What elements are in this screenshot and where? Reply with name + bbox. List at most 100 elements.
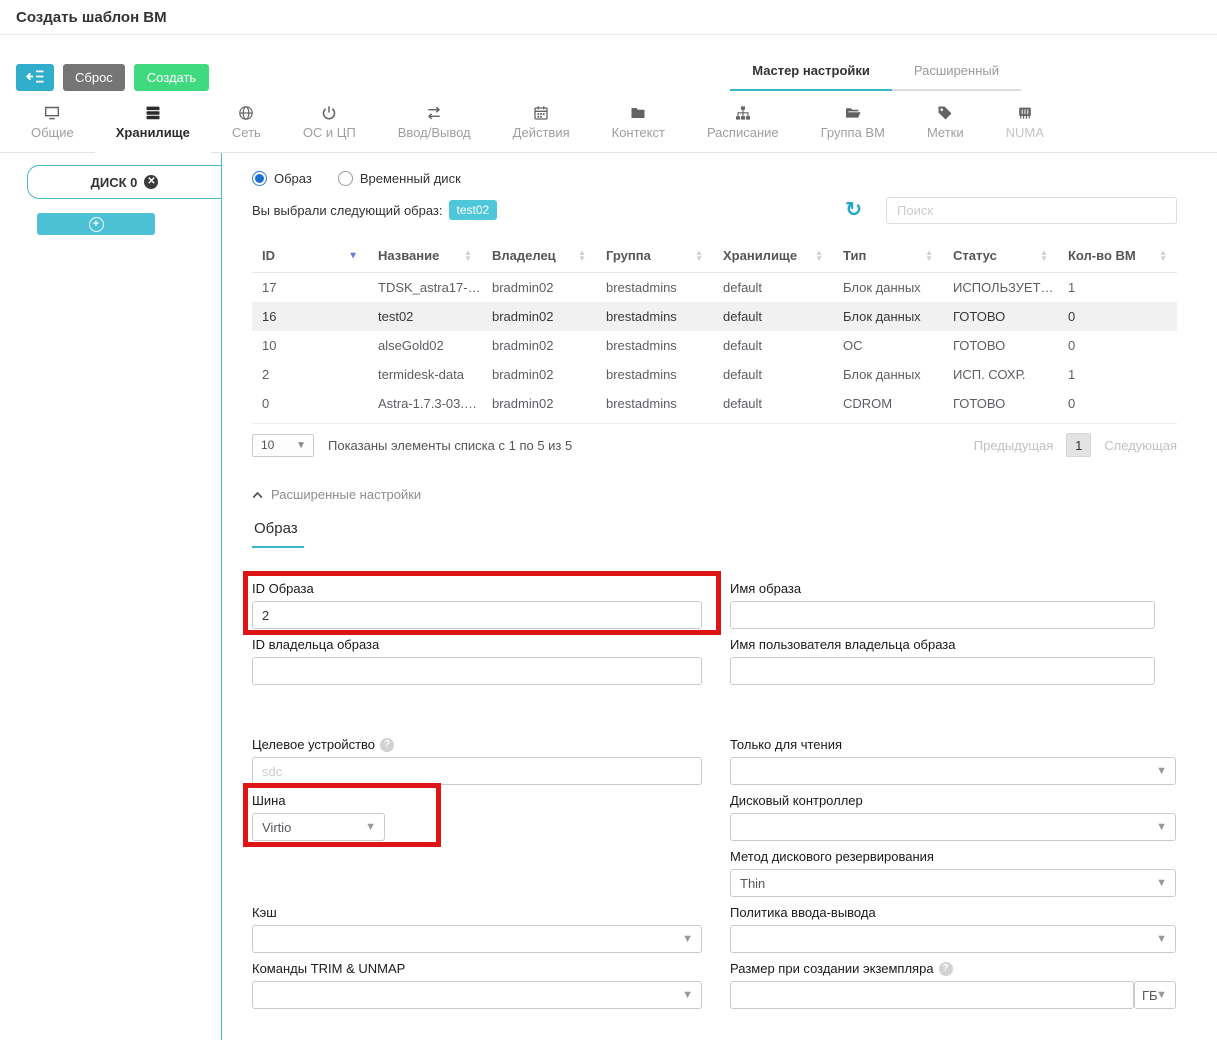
disks-sidebar: ДИСК 0 ✕ +: [0, 153, 222, 1040]
sort-icon: ▲▼: [578, 250, 586, 262]
tab-general[interactable]: Общие: [10, 105, 95, 152]
tab-network[interactable]: Сеть: [211, 105, 282, 152]
chevron-down-icon: ▼: [682, 989, 693, 1001]
sort-icon: ▲▼: [925, 250, 933, 262]
image-name-input[interactable]: [730, 601, 1155, 629]
column-header-name[interactable]: Название▲▼: [368, 240, 482, 273]
reservation-method-select[interactable]: Thin▼: [730, 869, 1176, 897]
tab-vm-group[interactable]: Группа ВМ: [800, 105, 906, 152]
help-icon[interactable]: ?: [380, 738, 394, 752]
globe-icon: [238, 105, 254, 121]
chevron-down-icon: ▼: [1156, 989, 1167, 1001]
disk-controller-select[interactable]: ▼: [730, 813, 1176, 841]
column-header-vm-count[interactable]: Кол-во ВМ▲▼: [1058, 240, 1177, 273]
prev-page-button[interactable]: Предыдущая: [974, 438, 1054, 453]
table-row[interactable]: 10alseGold02bradmin02brestadminsdefaultО…: [252, 331, 1177, 360]
field-readonly: Только для чтения ▼: [730, 737, 1176, 785]
back-to-list-button[interactable]: [16, 64, 54, 91]
table-row[interactable]: 2termidesk-databradmin02brestadminsdefau…: [252, 360, 1177, 389]
tab-image-advanced[interactable]: Образ: [252, 520, 304, 548]
field-owner-username: Имя пользователя владельца образа: [730, 637, 1155, 685]
io-policy-select[interactable]: ▼: [730, 925, 1176, 953]
close-icon[interactable]: ✕: [144, 175, 158, 189]
toolbar: Сброс Создать Мастер настройки Расширенн…: [16, 57, 1217, 91]
sort-icon: ▲▼: [695, 250, 703, 262]
search-input[interactable]: [886, 197, 1177, 224]
radio-volatile-disk[interactable]: Временный диск: [338, 171, 461, 186]
field-instance-size: Размер при создании экземпляра? ГБ▼: [730, 961, 1176, 1009]
table-summary: Показаны элементы списка с 1 по 5 из 5: [328, 438, 572, 453]
radio-image[interactable]: Образ: [252, 171, 312, 186]
help-icon[interactable]: ?: [939, 962, 953, 976]
refresh-icon[interactable]: ↻: [845, 200, 862, 220]
page-title: Создать шаблон ВМ: [0, 0, 1217, 35]
selection-row: Вы выбрали следующий образ: test02 ↻: [252, 196, 1177, 224]
chevron-up-icon: [252, 487, 263, 502]
chevron-down-icon: ▼: [365, 821, 376, 833]
tab-context[interactable]: Контекст: [591, 105, 686, 152]
folder-icon: [630, 105, 646, 121]
column-header-group[interactable]: Группа▲▼: [596, 240, 713, 273]
page-size-select[interactable]: 10 ▼: [252, 434, 314, 457]
tab-wizard[interactable]: Мастер настройки: [730, 57, 892, 91]
images-table: ID▼ Название▲▼ Владелец▲▼ Группа▲▼ Храни…: [252, 240, 1177, 418]
column-header-datastore[interactable]: Хранилище▲▼: [713, 240, 833, 273]
tab-advanced-mode[interactable]: Расширенный: [892, 57, 1021, 91]
table-row-selected[interactable]: 16test02bradmin02brestadminsdefaultБлок …: [252, 302, 1177, 331]
folder-open-icon: [845, 105, 861, 121]
column-header-type[interactable]: Тип▲▼: [833, 240, 943, 273]
advanced-settings-toggle[interactable]: Расширенные настройки: [252, 487, 1177, 502]
chevron-down-icon: ▼: [1156, 933, 1167, 945]
radio-selected-icon[interactable]: [252, 171, 267, 186]
owner-id-input[interactable]: [252, 657, 702, 685]
table-row[interactable]: 0Astra-1.7.3-03.11...bradmin02brestadmin…: [252, 389, 1177, 418]
next-page-button[interactable]: Следующая: [1104, 438, 1177, 453]
table-footer: 10 ▼ Показаны элементы списка с 1 по 5 и…: [252, 423, 1177, 457]
selected-image-badge: test02: [449, 200, 498, 220]
selection-text: Вы выбрали следующий образ:: [252, 203, 443, 218]
readonly-select[interactable]: ▼: [730, 757, 1176, 785]
tag-icon: [937, 105, 953, 121]
pagination: Предыдущая 1 Следующая: [974, 433, 1177, 457]
sort-icon: ▲▼: [1040, 250, 1048, 262]
column-header-status[interactable]: Статус▲▼: [943, 240, 1058, 273]
column-header-owner[interactable]: Владелец▲▼: [482, 240, 596, 273]
image-id-input[interactable]: [252, 601, 702, 629]
add-disk-button[interactable]: +: [37, 213, 155, 235]
field-disk-controller: Дисковый контроллер ▼: [730, 793, 1176, 841]
table-row[interactable]: 17TDSK_astra17-1_...bradmin02brestadmins…: [252, 273, 1177, 303]
arrow-left-list-icon: [26, 69, 45, 87]
tab-schedule[interactable]: Расписание: [686, 105, 800, 152]
image-source-options: Образ Временный диск: [252, 171, 1177, 186]
radio-unselected-icon[interactable]: [338, 171, 353, 186]
tab-storage[interactable]: Хранилище: [95, 105, 211, 152]
chevron-down-icon: ▼: [1156, 765, 1167, 777]
size-unit-select[interactable]: ГБ▼: [1134, 981, 1176, 1009]
field-bus: Шина Virtio▼: [252, 793, 385, 841]
power-icon: [321, 105, 337, 121]
io-arrows-icon: [426, 105, 442, 121]
create-button[interactable]: Создать: [134, 64, 209, 91]
target-device-input[interactable]: [252, 757, 702, 785]
tab-numa[interactable]: NUMA: [985, 105, 1065, 152]
column-header-id[interactable]: ID▼: [252, 240, 368, 273]
field-owner-id: ID владельца образа: [252, 637, 702, 685]
tab-os-cpu[interactable]: ОС и ЦП: [282, 105, 377, 152]
cache-select[interactable]: ▼: [252, 925, 702, 953]
table-header-row: ID▼ Название▲▼ Владелец▲▼ Группа▲▼ Храни…: [252, 240, 1177, 273]
tab-actions[interactable]: Действия: [492, 105, 591, 152]
image-advanced-form: ID Образа Имя образа ID владельца образа…: [252, 581, 1177, 1026]
calendar-icon: [533, 105, 549, 121]
tab-labels[interactable]: Метки: [906, 105, 985, 152]
tab-io[interactable]: Ввод/Вывод: [377, 105, 492, 152]
chevron-down-icon: ▼: [682, 933, 693, 945]
instance-size-input[interactable]: [730, 981, 1134, 1009]
storage-icon: [145, 105, 161, 121]
reset-button[interactable]: Сброс: [63, 64, 125, 91]
bus-select[interactable]: Virtio▼: [252, 813, 385, 841]
trim-unmap-select[interactable]: ▼: [252, 981, 702, 1009]
owner-username-input[interactable]: [730, 657, 1155, 685]
desktop-icon: [44, 105, 60, 121]
current-page-button[interactable]: 1: [1066, 433, 1091, 457]
sidebar-item-disk0[interactable]: ДИСК 0 ✕: [27, 165, 221, 199]
